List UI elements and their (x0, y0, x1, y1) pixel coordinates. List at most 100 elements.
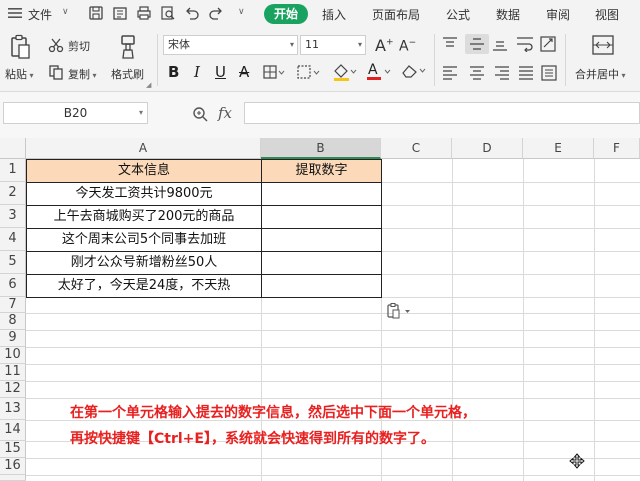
row-header-1[interactable]: 1 (0, 159, 26, 182)
column-header-d[interactable]: D (452, 138, 523, 159)
align-center-icon[interactable] (469, 66, 485, 83)
redo-icon[interactable] (208, 5, 224, 21)
print-icon[interactable] (136, 5, 152, 21)
merge-center-icon[interactable] (592, 35, 614, 58)
cell-style-icon[interactable] (297, 65, 321, 82)
chevron-down-icon: ▾ (357, 40, 362, 49)
format-painter-icon[interactable] (118, 34, 138, 63)
row-header-14[interactable]: 14 (0, 420, 26, 441)
formula-input[interactable] (244, 102, 640, 124)
cut-icon[interactable] (48, 37, 64, 56)
column-header-f[interactable]: F (594, 138, 640, 159)
grid-line (452, 159, 453, 481)
ribbon-divider (434, 34, 435, 86)
grid-line (26, 364, 640, 365)
menu-bar: 文件 ∨ ∨ 开始 插入 页面布局 公式 数据 审阅 视图 (0, 0, 640, 28)
tab-insert[interactable]: 插入 (322, 6, 346, 23)
grid-line (26, 313, 640, 314)
row-header-7[interactable]: 7 (0, 297, 26, 313)
print-preview-icon[interactable] (160, 5, 176, 21)
ribbon-divider (157, 34, 158, 86)
tab-page-layout[interactable]: 页面布局 (372, 6, 420, 23)
wrap-text-icon[interactable] (516, 36, 534, 55)
strikethrough-icon[interactable]: A (239, 63, 249, 81)
italic-icon[interactable]: I (194, 63, 200, 81)
align-right-icon[interactable] (494, 66, 510, 83)
menu-icon[interactable] (8, 7, 22, 19)
move-cursor-icon (569, 453, 585, 472)
distributed-icon[interactable] (541, 65, 557, 84)
tab-view[interactable]: 视图 (595, 6, 619, 23)
align-bottom-icon[interactable] (492, 37, 508, 54)
copy-button[interactable]: 复制 ▾ (68, 66, 97, 82)
tab-formulas[interactable]: 公式 (446, 6, 470, 23)
name-box[interactable]: B20 ▾ (3, 102, 148, 124)
decrease-font-icon[interactable]: A− (399, 38, 416, 55)
cut-button[interactable]: 剪切 (68, 38, 90, 54)
grid-line (26, 381, 640, 382)
grid-line (26, 475, 640, 476)
row-header-8[interactable]: 8 (0, 313, 26, 330)
tab-review[interactable]: 审阅 (546, 6, 570, 23)
merge-center-button[interactable]: 合并居中 ▾ (575, 66, 626, 82)
align-left-icon[interactable] (442, 66, 458, 83)
column-header-c[interactable]: C (381, 138, 452, 159)
clear-format-icon[interactable] (400, 63, 428, 82)
row-header-9[interactable]: 9 (0, 330, 26, 347)
row-header-12[interactable]: 12 (0, 381, 26, 398)
row-header-17[interactable] (0, 475, 26, 481)
tab-data[interactable]: 数据 (496, 6, 520, 23)
export-icon[interactable] (112, 5, 128, 21)
font-color-icon[interactable]: A (366, 61, 392, 84)
dialog-launcher-icon[interactable]: ◢ (146, 81, 151, 89)
column-header-a[interactable]: A (26, 138, 261, 159)
font-name-select[interactable]: 宋体 ▾ (163, 35, 298, 55)
grid-line (523, 159, 524, 481)
instruction-line-1: 在第一个单元格输入提去的数字信息，然后选中下面一个单元格， (70, 405, 476, 421)
grid-line (26, 347, 640, 348)
column-header-e[interactable]: E (523, 138, 594, 159)
align-top-icon[interactable] (442, 37, 458, 54)
copy-icon[interactable] (48, 64, 64, 83)
file-menu[interactable]: 文件 (28, 6, 52, 23)
customize-quick-access-icon[interactable]: ∨ (238, 7, 245, 17)
row-header-10[interactable]: 10 (0, 347, 26, 364)
paste-button[interactable]: 粘贴 ▾ (5, 66, 34, 82)
save-icon[interactable] (88, 5, 104, 21)
fill-color-icon[interactable] (332, 63, 358, 84)
font-size-select[interactable]: 11 ▾ (300, 35, 366, 55)
chevron-down-icon: ▾ (289, 40, 294, 49)
row-header-13[interactable]: 13 (0, 398, 26, 420)
align-middle-icon[interactable] (465, 34, 489, 54)
row-header-11[interactable]: 11 (0, 364, 26, 381)
underline-icon[interactable]: U (215, 63, 226, 81)
table-border (26, 274, 382, 275)
zoom-icon[interactable] (192, 106, 208, 125)
chevron-down-icon[interactable]: ∨ (62, 7, 69, 17)
row-header-3[interactable]: 3 (0, 205, 26, 228)
grid-line (26, 458, 640, 459)
column-header-b[interactable]: B (261, 138, 381, 159)
row-header-15[interactable]: 15 (0, 441, 26, 458)
table-border (26, 251, 382, 252)
format-painter-button[interactable]: 格式刷 (111, 66, 144, 82)
grid-line (594, 159, 595, 481)
row-header-16[interactable]: 16 (0, 458, 26, 475)
row-header-2[interactable]: 2 (0, 182, 26, 205)
justify-icon[interactable] (518, 66, 534, 83)
chevron-down-icon: ▾ (138, 108, 143, 117)
tab-home[interactable]: 开始 (264, 4, 308, 24)
row-header-6[interactable]: 6 (0, 274, 26, 297)
undo-icon[interactable] (184, 5, 200, 21)
row-header-4[interactable]: 4 (0, 228, 26, 251)
increase-font-icon[interactable]: A+ (375, 36, 394, 55)
paste-icon[interactable] (9, 34, 31, 63)
instruction-line-2: 再按快捷键【Ctrl+E】，系统就会快速得到所有的数字了。 (70, 431, 435, 447)
borders-icon[interactable] (263, 65, 285, 82)
row-header-5[interactable]: 5 (0, 251, 26, 274)
orientation-icon[interactable] (540, 36, 558, 55)
paste-options-icon[interactable] (386, 303, 416, 322)
insert-function-icon[interactable]: fx (218, 104, 232, 122)
bold-icon[interactable]: B (168, 63, 179, 81)
select-all-corner[interactable] (0, 138, 26, 159)
